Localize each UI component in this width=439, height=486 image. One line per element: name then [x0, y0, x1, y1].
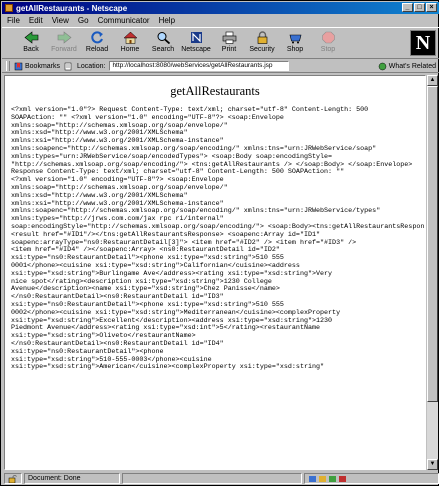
component-icons[interactable] [308, 475, 348, 483]
window-title: getAllRestaurants - Netscape [16, 3, 128, 13]
location-bar: Bookmarks Location: http://localhost:808… [2, 60, 439, 73]
netscape-label: Netscape [181, 46, 211, 53]
stop-button[interactable]: Stop [313, 28, 343, 58]
url-field[interactable]: http://localhost:8080/webServices/getAll… [109, 61, 290, 71]
forward-label: Forward [51, 46, 77, 53]
reload-icon [90, 31, 103, 44]
menu-communicator[interactable]: Communicator [98, 16, 150, 25]
scroll-up-arrow[interactable]: ▲ [427, 75, 438, 86]
stop-label: Stop [320, 46, 336, 53]
stop-icon [321, 31, 335, 44]
netscape-button[interactable]: Netscape [181, 28, 211, 58]
reload-button[interactable]: Reload [82, 28, 112, 58]
security-status-cell[interactable] [4, 473, 22, 484]
scroll-thumb[interactable] [427, 86, 438, 402]
progress-cell [122, 473, 302, 484]
minimize-button[interactable]: _ [402, 3, 413, 12]
whats-related-label: What's Related [388, 62, 436, 70]
back-arrow-icon [24, 31, 38, 44]
close-button[interactable]: × [426, 3, 437, 12]
maximize-button[interactable]: □ [414, 3, 425, 12]
menu-file[interactable]: File [7, 16, 20, 25]
back-button[interactable]: Back [16, 28, 46, 58]
whats-related-icon [378, 62, 386, 70]
vertical-scrollbar[interactable]: ▲ ▼ [427, 75, 438, 470]
menu-edit[interactable]: Edit [29, 16, 43, 25]
bookmarks-label: Bookmarks [25, 62, 61, 70]
bookmark-icon [14, 62, 23, 70]
print-label: Print [221, 46, 237, 53]
page-proxy-icon[interactable] [64, 62, 73, 71]
print-icon [222, 31, 236, 44]
menu-go[interactable]: Go [78, 16, 89, 25]
netscape-window-icon [5, 4, 13, 12]
xml-line: xsi:type="xsd:string">American</cuisine>… [11, 363, 325, 372]
location-label: Location: [77, 62, 106, 70]
search-icon [157, 32, 170, 44]
soap-xml-text: <?xml version="1.0"?> Request Content-Ty… [5, 106, 425, 372]
menu-view[interactable]: View [52, 16, 69, 25]
search-label: Search [151, 46, 175, 53]
menu-help[interactable]: Help [159, 16, 175, 25]
shop-label: Shop [286, 46, 304, 53]
unlocked-icon [8, 474, 17, 483]
home-button[interactable]: Home [115, 28, 145, 58]
shop-button[interactable]: Shop [280, 28, 310, 58]
search-button[interactable]: Search [148, 28, 178, 58]
menu-bar: File Edit View Go Communicator Help [2, 15, 439, 26]
page-heading: getAllRestaurants [170, 84, 260, 98]
forward-button[interactable]: Forward [49, 28, 79, 58]
navigation-toolbar: Back Forward Reload Home Search Netscape… [2, 27, 439, 59]
home-label: Home [120, 46, 140, 53]
toolbar-grip[interactable] [6, 61, 10, 71]
security-button[interactable]: Security [247, 28, 277, 58]
status-text: Document: Done [24, 473, 120, 484]
scroll-down-arrow[interactable]: ▼ [427, 459, 438, 470]
title-bar: getAllRestaurants - Netscape _ □ × [2, 2, 439, 14]
window-controls: _ □ × [402, 3, 437, 12]
back-label: Back [23, 46, 39, 53]
page-content: getAllRestaurants <?xml version="1.0"?> … [4, 75, 426, 470]
component-bar [304, 473, 439, 484]
forward-arrow-icon [57, 31, 71, 44]
reload-label: Reload [85, 46, 109, 53]
netscape-logo[interactable]: N [410, 30, 436, 56]
security-label: Security [249, 46, 275, 53]
bookmarks-button[interactable]: Bookmarks [14, 62, 60, 71]
browser-window: getAllRestaurants - Netscape _ □ × File … [0, 0, 439, 486]
home-icon [122, 31, 138, 44]
netscape-icon [190, 32, 202, 43]
print-button[interactable]: Print [214, 28, 244, 58]
status-bar: Document: Done [2, 472, 439, 485]
lock-icon [257, 31, 267, 44]
shop-icon [289, 34, 301, 44]
whats-related-button[interactable]: What's Related [378, 62, 436, 71]
